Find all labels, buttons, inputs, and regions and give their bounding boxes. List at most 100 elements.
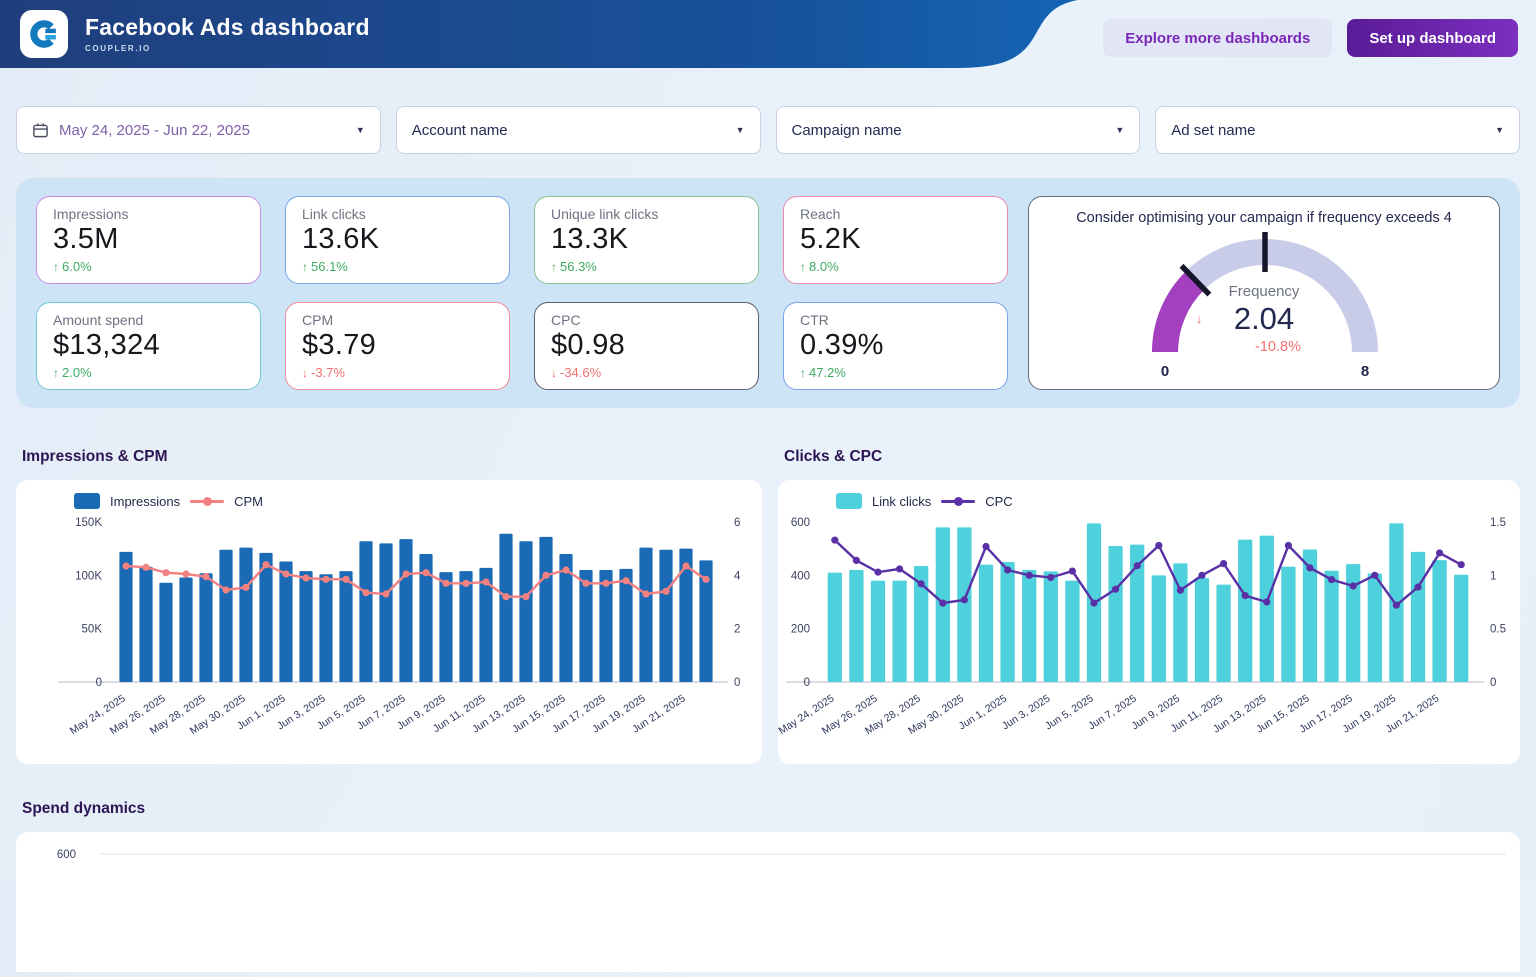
clicks-cpc-card: Link clicks CPC 020040060000.511.5May 24… <box>778 480 1520 764</box>
svg-text:150K: 150K <box>75 517 102 529</box>
svg-text:0: 0 <box>96 677 102 689</box>
calendar-icon <box>32 122 49 139</box>
kpi-label: CPM <box>302 312 493 328</box>
kpi-label: Unique link clicks <box>551 206 742 222</box>
kpi-label: Reach <box>800 206 991 222</box>
chevron-down-icon: ▼ <box>356 125 365 135</box>
brand-label: COUPLER.IO <box>85 44 370 53</box>
kpi-value: 5.2K <box>800 223 991 256</box>
kpi-label: Amount spend <box>53 312 244 328</box>
kpi-value: 3.5M <box>53 223 244 256</box>
impressions-cpm-section: Impressions & CPM Impressions CPM 0 50K 10… <box>16 408 762 764</box>
svg-text:0: 0 <box>1161 363 1169 380</box>
svg-text:200: 200 <box>791 624 810 636</box>
impressions-legend-label: Impressions <box>110 494 180 509</box>
svg-text:400: 400 <box>791 570 810 582</box>
spend-dynamics-chart: 600 <box>16 832 1520 972</box>
svg-text:0: 0 <box>804 677 810 689</box>
trend-arrow-icon: ↓ <box>302 366 308 380</box>
link-clicks-legend-label: Link clicks <box>872 494 931 509</box>
gauge-title: Consider optimising your campaign if fre… <box>1039 210 1489 226</box>
svg-text:0.5: 0.5 <box>1490 624 1506 636</box>
kpi-value: 13.6K <box>302 223 493 256</box>
spend-dynamics-card: 600 <box>16 832 1520 972</box>
frequency-gauge-card: Consider optimising your campaign if fre… <box>1028 196 1500 390</box>
svg-text:600: 600 <box>791 517 810 529</box>
trend-arrow-icon: ↑ <box>53 260 59 274</box>
kpi-delta: ↑2.0% <box>53 365 244 380</box>
kpi-card-amount-spend: Amount spend $13,324 ↑2.0% <box>36 302 261 390</box>
kpi-value: $0.98 <box>551 329 742 362</box>
impressions-legend-swatch <box>74 493 100 509</box>
frequency-gauge: 08 <box>1039 228 1491 386</box>
cpc-legend-marker <box>941 493 975 509</box>
kpi-delta: ↑56.1% <box>302 259 493 274</box>
impressions-cpm-chart: 050K100K150K0246May 24, 2025May 26, 2025… <box>16 509 762 747</box>
kpi-value: 13.3K <box>551 223 742 256</box>
trend-arrow-icon: ↑ <box>302 260 308 274</box>
chart-legend: Link clicks CPC <box>836 493 1520 509</box>
clicks-cpc-section: Clicks & CPC Link clicks CPC 0 200 400 600 0… <box>778 408 1520 764</box>
kpi-delta: ↓-34.6% <box>551 365 742 380</box>
coupler-logo-icon <box>27 17 61 51</box>
kpi-label: Impressions <box>53 206 244 222</box>
page-title: Facebook Ads dashboard <box>85 15 370 40</box>
svg-text:600: 600 <box>57 849 76 861</box>
kpi-delta: ↑8.0% <box>800 259 991 274</box>
cpm-legend-label: CPM <box>234 494 263 509</box>
svg-text:6: 6 <box>734 517 740 529</box>
clicks-cpc-title: Clicks & CPC <box>784 448 1520 466</box>
trend-arrow-icon: ↑ <box>53 366 59 380</box>
svg-text:1: 1 <box>1490 570 1496 582</box>
kpi-delta: ↓-3.7% <box>302 365 493 380</box>
campaign-name-filter[interactable]: Campaign name ▼ <box>776 106 1141 154</box>
spend-dynamics-title: Spend dynamics <box>22 800 1536 818</box>
svg-text:1.5: 1.5 <box>1490 517 1506 529</box>
chevron-down-icon: ▼ <box>1495 125 1504 135</box>
explore-dashboards-button[interactable]: Explore more dashboards <box>1103 19 1332 57</box>
date-range-value: May 24, 2025 - Jun 22, 2025 <box>59 122 250 139</box>
kpi-label: Link clicks <box>302 206 493 222</box>
kpi-label: CPC <box>551 312 742 328</box>
account-filter-label: Account name <box>412 122 508 139</box>
account-name-filter[interactable]: Account name ▼ <box>396 106 761 154</box>
date-range-filter[interactable]: May 24, 2025 - Jun 22, 2025 ▼ <box>16 106 381 154</box>
svg-text:50K: 50K <box>82 624 103 636</box>
kpi-value: 0.39% <box>800 329 991 362</box>
svg-text:2: 2 <box>734 624 740 636</box>
cpc-legend-label: CPC <box>985 494 1012 509</box>
cpm-legend-marker <box>190 493 224 509</box>
setup-dashboard-button[interactable]: Set up dashboard <box>1347 19 1518 57</box>
trend-arrow-icon: ↑ <box>800 366 806 380</box>
kpi-card-impressions: Impressions 3.5M ↑6.0% <box>36 196 261 284</box>
impressions-cpm-card: Impressions CPM 050K100K150K0246May 24, … <box>16 480 762 764</box>
kpi-delta: ↑47.2% <box>800 365 991 380</box>
chevron-down-icon: ▼ <box>1115 125 1124 135</box>
adset-filter-label: Ad set name <box>1171 122 1255 139</box>
campaign-filter-label: Campaign name <box>792 122 902 139</box>
impressions-cpm-title: Impressions & CPM <box>22 448 762 466</box>
trend-arrow-icon: ↑ <box>800 260 806 274</box>
chart-legend: Impressions CPM <box>74 493 762 509</box>
kpi-card-cpm: CPM $3.79 ↓-3.7% <box>285 302 510 390</box>
kpi-delta: ↑56.3% <box>551 259 742 274</box>
kpi-card-reach: Reach 5.2K ↑8.0% <box>783 196 1008 284</box>
filter-bar: May 24, 2025 - Jun 22, 2025 ▼ Account na… <box>16 106 1520 154</box>
kpi-card-unique-link-clicks: Unique link clicks 13.3K ↑56.3% <box>534 196 759 284</box>
svg-text:8: 8 <box>1361 363 1369 380</box>
kpi-panel: Impressions 3.5M ↑6.0% Link clicks 13.6K… <box>16 178 1520 408</box>
svg-text:0: 0 <box>734 677 740 689</box>
coupler-logo <box>20 10 68 58</box>
adset-name-filter[interactable]: Ad set name ▼ <box>1155 106 1520 154</box>
kpi-delta: ↑6.0% <box>53 259 244 274</box>
link-clicks-legend-swatch <box>836 493 862 509</box>
kpi-label: CTR <box>800 312 991 328</box>
kpi-card-cpc: CPC $0.98 ↓-34.6% <box>534 302 759 390</box>
kpi-value: $3.79 <box>302 329 493 362</box>
kpi-card-ctr: CTR 0.39% ↑47.2% <box>783 302 1008 390</box>
svg-text:100K: 100K <box>75 570 102 582</box>
app-header: Facebook Ads dashboard COUPLER.IO Explor… <box>0 0 1536 68</box>
trend-arrow-icon: ↑ <box>551 260 557 274</box>
clicks-cpc-chart: 020040060000.511.5May 24, 2025May 26, 20… <box>778 509 1520 747</box>
svg-text:4: 4 <box>734 570 741 582</box>
